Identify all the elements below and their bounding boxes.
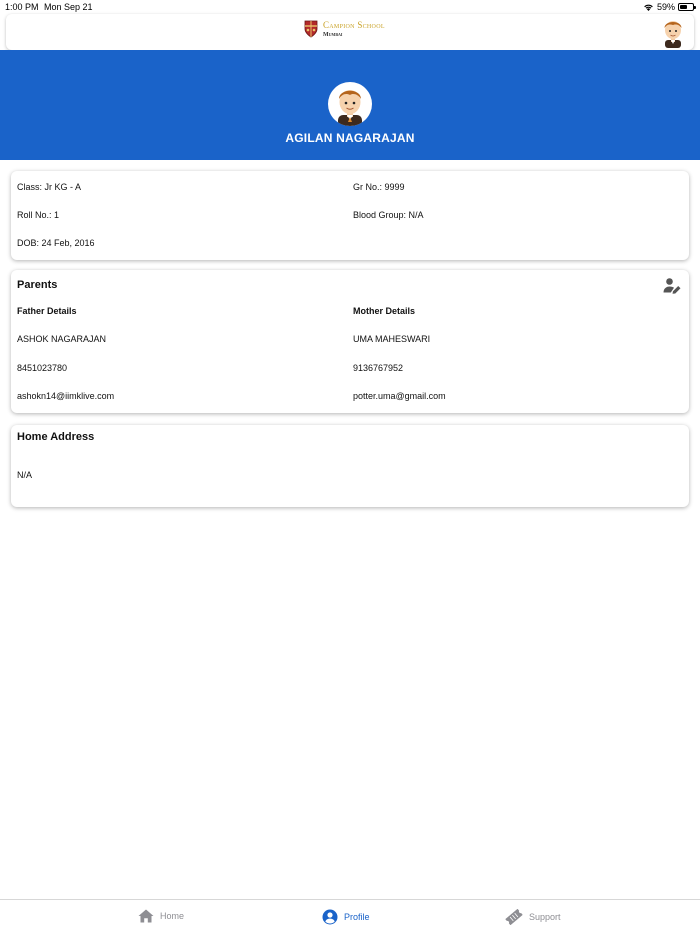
school-logo: Campion School Mumbai [304, 20, 385, 38]
home-address-card: Home Address N/A [11, 425, 689, 507]
user-avatar-icon[interactable] [658, 16, 688, 48]
student-avatar-icon [338, 90, 362, 126]
status-bar: 1:00 PM Mon Sep 21 59% [0, 0, 700, 14]
mother-email[interactable]: potter.uma@gmail.com [353, 391, 446, 401]
status-time: 1:00 PM [5, 2, 39, 12]
school-city: Mumbai [323, 31, 343, 38]
home-icon [138, 909, 154, 923]
battery-icon [678, 3, 696, 11]
battery-fill [680, 5, 688, 9]
home-address-title: Home Address [17, 431, 95, 443]
school-name: Campion School [323, 19, 385, 30]
ticket-icon [505, 909, 523, 925]
wifi-icon [644, 4, 653, 11]
top-bar: Campion School Mumbai [6, 14, 694, 50]
student-name: AGILAN NAGARAJAN [285, 131, 415, 145]
student-avatar [328, 82, 372, 126]
parents-card: Parents Father Details Mother Details AS… [11, 270, 689, 413]
mother-details-label: Mother Details [353, 306, 416, 316]
profile-header: AGILAN NAGARAJAN [0, 50, 700, 160]
status-date: Mon Sep 21 [44, 2, 93, 12]
tab-support[interactable]: Support [505, 909, 561, 925]
father-details-label: Father Details [17, 306, 77, 316]
father-phone[interactable]: 8451023780 [17, 363, 67, 373]
tab-home[interactable]: Home [138, 909, 184, 923]
tab-support-label: Support [529, 912, 561, 922]
class-field: Class: Jr KG - A [17, 182, 82, 192]
roll-no-field: Roll No.: 1 [17, 210, 60, 220]
mother-name: UMA MAHESWARI [353, 334, 431, 344]
student-info-card: Class: Jr KG - A Gr No.: 9999 Roll No.: … [11, 171, 689, 260]
profile-icon [322, 909, 338, 925]
bottom-tab-bar: Home Profile Support [0, 899, 700, 934]
father-name: ASHOK NAGARAJAN [17, 334, 107, 344]
home-address-value: N/A [17, 470, 33, 480]
gr-no-field: Gr No.: 9999 [353, 182, 405, 192]
tab-profile[interactable]: Profile [322, 909, 370, 925]
dob-field: DOB: 24 Feb, 2016 [17, 238, 95, 248]
status-right: 59% [643, 2, 696, 12]
edit-person-icon[interactable] [663, 277, 681, 295]
tab-profile-label: Profile [344, 912, 370, 922]
father-email[interactable]: ashokn14@iimklive.com [17, 391, 114, 401]
tab-home-label: Home [160, 911, 185, 921]
blood-group-field: Blood Group: N/A [353, 210, 424, 220]
mother-phone[interactable]: 9136767952 [353, 363, 403, 373]
battery-percent: 59% [656, 2, 675, 12]
parents-title: Parents [17, 279, 58, 291]
school-crest-icon [304, 20, 318, 38]
